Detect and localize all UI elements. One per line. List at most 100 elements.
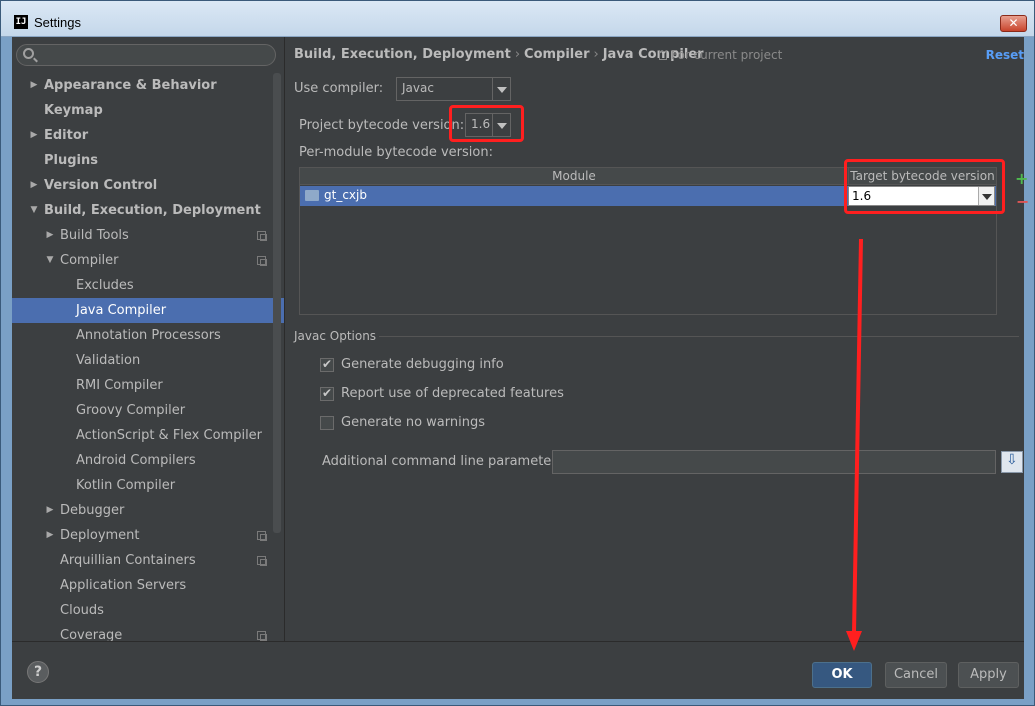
sidebar-item-appearance-behavior[interactable]: ▶ Appearance & Behavior [12, 73, 284, 98]
for-current-project-note: For current project [659, 48, 782, 62]
sidebar-item-label: Groovy Compiler [76, 403, 186, 418]
settings-sidebar: ▶ Appearance & Behavior Keymap ▶ Editor Plugi… [12, 37, 284, 641]
module-folder-icon [305, 190, 319, 201]
use-compiler-label: Use compiler: [294, 81, 384, 96]
javac-options-group-label: Javac Options [294, 329, 377, 343]
sidebar-item-application-servers[interactable]: Application Servers [12, 573, 284, 598]
sidebar-item-build-tools[interactable]: ▶ Build Tools [12, 223, 284, 248]
sidebar-item-label: Build, Execution, Deployment [44, 203, 261, 218]
sidebar-item-debugger[interactable]: ▶ Debugger [12, 498, 284, 523]
project-scope-icon [257, 631, 267, 641]
group-separator [379, 336, 1019, 337]
project-bytecode-label: Project bytecode version: [299, 118, 465, 133]
annotation-highlight-project-bytecode [449, 105, 524, 142]
sidebar-item-label: Debugger [60, 503, 125, 518]
sidebar-item-label: Editor [44, 128, 89, 143]
apply-button[interactable]: Apply [958, 662, 1019, 688]
sidebar-item-build-execution-deployment[interactable]: ▼ Build, Execution, Deployment [12, 198, 284, 223]
sidebar-item-label: ActionScript & Flex Compiler [76, 428, 263, 443]
sidebar-item-label: Appearance & Behavior [44, 78, 217, 93]
chevron-right-icon[interactable]: ▶ [28, 123, 40, 148]
settings-window: IJ Settings ✕ ▶ Appearance & Behavior Keym… [0, 0, 1035, 706]
chevron-down-icon [492, 78, 510, 100]
sidebar-item-label: Arquillian Containers [60, 553, 196, 568]
sidebar-item-java-compiler[interactable]: Java Compiler [12, 298, 284, 323]
use-compiler-select[interactable]: Javac [396, 77, 511, 101]
project-scope-icon [257, 531, 267, 541]
sidebar-item-editor[interactable]: ▶ Editor [12, 123, 284, 148]
sidebar-item-actionscript-flex-compiler[interactable]: ActionScript & Flex Compiler [12, 423, 284, 448]
sidebar-item-plugins[interactable]: Plugins [12, 148, 284, 173]
sidebar-item-label: RMI Compiler [76, 378, 163, 393]
chevron-down-icon[interactable]: ▼ [28, 198, 40, 223]
sidebar-item-label: Plugins [44, 153, 98, 168]
chevron-right-icon[interactable]: ▶ [44, 498, 56, 523]
per-module-label: Per-module bytecode version: [299, 145, 493, 160]
sidebar-item-excludes[interactable]: Excludes [12, 273, 284, 298]
sidebar-item-label: Clouds [60, 603, 104, 618]
help-button[interactable]: ? [27, 661, 49, 683]
sidebar-item-label: Keymap [44, 103, 103, 118]
checkbox-no-warnings[interactable] [320, 416, 334, 430]
chevron-right-icon[interactable]: ▶ [28, 73, 40, 98]
dialog-footer: ? OK Cancel Apply [12, 641, 1024, 699]
annotation-highlight-target-bytecode [844, 159, 1005, 214]
sidebar-item-kotlin-compiler[interactable]: Kotlin Compiler [12, 473, 284, 498]
sidebar-item-groovy-compiler[interactable]: Groovy Compiler [12, 398, 284, 423]
module-name: gt_cxjb [324, 188, 367, 202]
reset-link[interactable]: Reset [986, 48, 1024, 62]
checkbox-report-deprecated[interactable] [320, 386, 334, 401]
checkbox-label: Generate debugging info [341, 357, 504, 372]
note-text: For current project [671, 48, 783, 62]
checkbox-label: Generate no warnings [341, 415, 486, 430]
chevron-right-icon[interactable]: ▶ [44, 523, 56, 548]
cancel-button[interactable]: Cancel [885, 662, 947, 688]
sidebar-item-label: Version Control [44, 178, 158, 193]
search-icon [23, 48, 34, 59]
intellij-app-icon: IJ [14, 15, 28, 29]
sidebar-item-label: Deployment [60, 528, 140, 543]
sidebar-item-version-control[interactable]: ▶ Version Control [12, 173, 284, 198]
sidebar-item-arquillian-containers[interactable]: Arquillian Containers [12, 548, 284, 573]
remove-module-button[interactable]: − [1016, 192, 1029, 211]
sidebar-item-label: Validation [76, 353, 141, 368]
project-scope-icon [257, 231, 267, 241]
sidebar-item-clouds[interactable]: Clouds [12, 598, 284, 623]
chevron-down-icon[interactable]: ▼ [44, 248, 56, 273]
sidebar-item-android-compilers[interactable]: Android Compilers [12, 448, 284, 473]
breadcrumb-separator: › [593, 47, 599, 62]
sidebar-item-rmi-compiler[interactable]: RMI Compiler [12, 373, 284, 398]
sidebar-item-keymap[interactable]: Keymap [12, 98, 284, 123]
close-window-button[interactable]: ✕ [1000, 15, 1027, 32]
sidebar-item-compiler[interactable]: ▼ Compiler [12, 248, 284, 273]
settings-search-input[interactable] [16, 44, 276, 66]
chevron-right-icon[interactable]: ▶ [28, 173, 40, 198]
ok-button[interactable]: OK [812, 662, 872, 688]
breadcrumb-separator: › [514, 47, 521, 62]
breadcrumb-part: Compiler [524, 47, 590, 62]
sidebar-item-validation[interactable]: Validation [12, 348, 284, 373]
sidebar-item-label: Build Tools [60, 228, 129, 243]
expand-params-icon[interactable] [1001, 451, 1023, 473]
additional-params-label: Additional command line parameters: [322, 454, 568, 469]
sidebar-item-label: Annotation Processors [76, 328, 221, 343]
sidebar-item-label: Application Servers [60, 578, 187, 593]
sidebar-item-label: Compiler [60, 253, 119, 268]
settings-tree: ▶ Appearance & Behavior Keymap ▶ Editor Plugi… [12, 73, 284, 641]
sidebar-item-coverage[interactable]: Coverage [12, 623, 284, 641]
add-module-button[interactable]: + [1015, 169, 1028, 188]
sidebar-item-label: Excludes [76, 278, 134, 293]
column-header-module[interactable]: Module [300, 168, 848, 185]
sidebar-item-label: Coverage [60, 628, 123, 641]
additional-params-input[interactable] [552, 450, 996, 474]
chevron-right-icon[interactable]: ▶ [44, 223, 56, 248]
java-compiler-panel: Build, Execution, Deployment › Compiler › Ja… [285, 37, 1029, 641]
checkbox-label: Report use of deprecated features [341, 386, 564, 401]
window-title: Settings [34, 15, 81, 30]
title-bar: IJ Settings ✕ [1, 1, 1034, 37]
checkbox-debugging-info[interactable] [320, 357, 334, 372]
sidebar-item-annotation-processors[interactable]: Annotation Processors [12, 323, 284, 348]
sidebar-item-deployment[interactable]: ▶ Deployment [12, 523, 284, 548]
breadcrumb: Build, Execution, Deployment › Compiler › Ja… [294, 47, 704, 65]
sidebar-scrollbar[interactable] [273, 73, 281, 533]
